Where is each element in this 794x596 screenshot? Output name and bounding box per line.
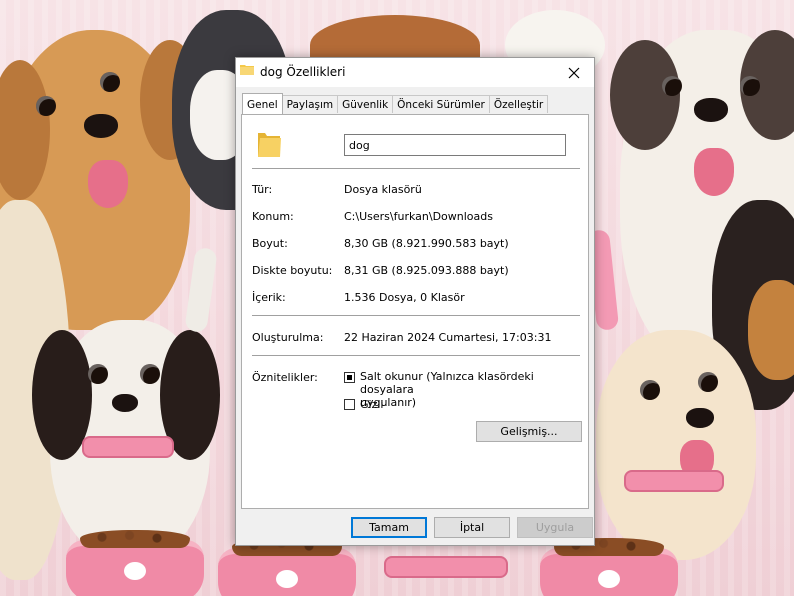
wallpaper-dog-tongue — [88, 160, 128, 208]
advanced-button[interactable]: Gelişmiş... — [476, 421, 582, 442]
size-label: Boyut: — [252, 237, 288, 250]
tab-strip: Genel Paylaşım Güvenlik Önceki Sürümler … — [242, 93, 549, 115]
readonly-checkbox[interactable] — [344, 372, 355, 383]
wallpaper-dog-eye — [698, 372, 718, 392]
wallpaper-dog-eye — [100, 72, 120, 92]
wallpaper-dog-collar — [384, 556, 508, 578]
tab-previous-versions[interactable]: Önceki Sürümler — [392, 95, 490, 113]
ok-button[interactable]: Tamam — [351, 517, 427, 538]
wallpaper-dog-nose — [686, 408, 714, 428]
readonly-label-line1: Salt okunur (Yalnızca klasördeki dosyala… — [360, 370, 534, 396]
location-value: C:\Users\furkan\Downloads — [344, 210, 493, 223]
tab-customize[interactable]: Özelleştir — [488, 95, 549, 113]
wallpaper-dog-collar — [624, 470, 724, 492]
separator — [252, 315, 580, 316]
folder-icon — [258, 133, 281, 157]
type-value: Dosya klasörü — [344, 183, 422, 196]
close-button[interactable] — [554, 58, 594, 87]
wallpaper-food-bowl — [540, 538, 678, 596]
size-value: 8,30 GB (8.921.990.583 bayt) — [344, 237, 509, 250]
hidden-checkbox[interactable] — [344, 399, 355, 410]
wallpaper-dog-nose — [112, 394, 138, 412]
attributes-label: Öznitelikler: — [252, 371, 318, 384]
disk-size-label: Diskte boyutu: — [252, 264, 333, 277]
wallpaper-dog-cream-right — [596, 330, 756, 560]
wallpaper-dog-eye — [640, 380, 660, 400]
wallpaper-dog-eye — [88, 364, 108, 384]
wallpaper-dog-eye — [36, 96, 56, 116]
readonly-label[interactable]: Salt okunur (Yalnızca klasördeki dosyala… — [360, 370, 588, 409]
disk-size-value: 8,31 GB (8.925.093.888 bayt) — [344, 264, 509, 277]
apply-button[interactable]: Uygula — [517, 517, 593, 538]
folder-icon — [240, 65, 254, 75]
location-label: Konum: — [252, 210, 294, 223]
separator — [252, 355, 580, 356]
wallpaper-dog-collar — [82, 436, 174, 458]
wallpaper-dog-eye — [740, 76, 760, 96]
wallpaper-dog-tongue — [694, 148, 734, 196]
contains-label: İçerik: — [252, 291, 286, 304]
wallpaper-dog-nose — [694, 98, 728, 122]
window-title: dog Özellikleri — [260, 65, 346, 79]
type-label: Tür: — [252, 183, 273, 196]
general-panel: Tür: Dosya klasörü Konum: C:\Users\furka… — [241, 114, 589, 509]
close-icon — [568, 67, 580, 78]
wallpaper-food-bowl — [218, 538, 356, 596]
title-bar[interactable]: dog Özellikleri — [236, 58, 594, 87]
tab-security[interactable]: Güvenlik — [337, 95, 394, 113]
properties-dialog: dog Özellikleri Genel Paylaşım Güvenlik … — [235, 57, 595, 546]
folder-name-input[interactable] — [344, 134, 566, 156]
wallpaper-food-bowl — [66, 530, 204, 596]
separator — [252, 168, 580, 169]
created-label: Oluşturulma: — [252, 331, 324, 344]
wallpaper-dog-black-face — [748, 280, 794, 380]
wallpaper-dog-nose — [84, 114, 118, 138]
wallpaper-dog-eye — [140, 364, 160, 384]
hidden-label[interactable]: Gizli — [360, 398, 383, 411]
tab-sharing[interactable]: Paylaşım — [281, 95, 339, 113]
tab-general[interactable]: Genel — [242, 93, 283, 114]
contains-value: 1.536 Dosya, 0 Klasör — [344, 291, 465, 304]
cancel-button[interactable]: İptal — [434, 517, 510, 538]
created-value: 22 Haziran 2024 Cumartesi, 17:03:31 — [344, 331, 552, 344]
wallpaper-dog-eye — [662, 76, 682, 96]
